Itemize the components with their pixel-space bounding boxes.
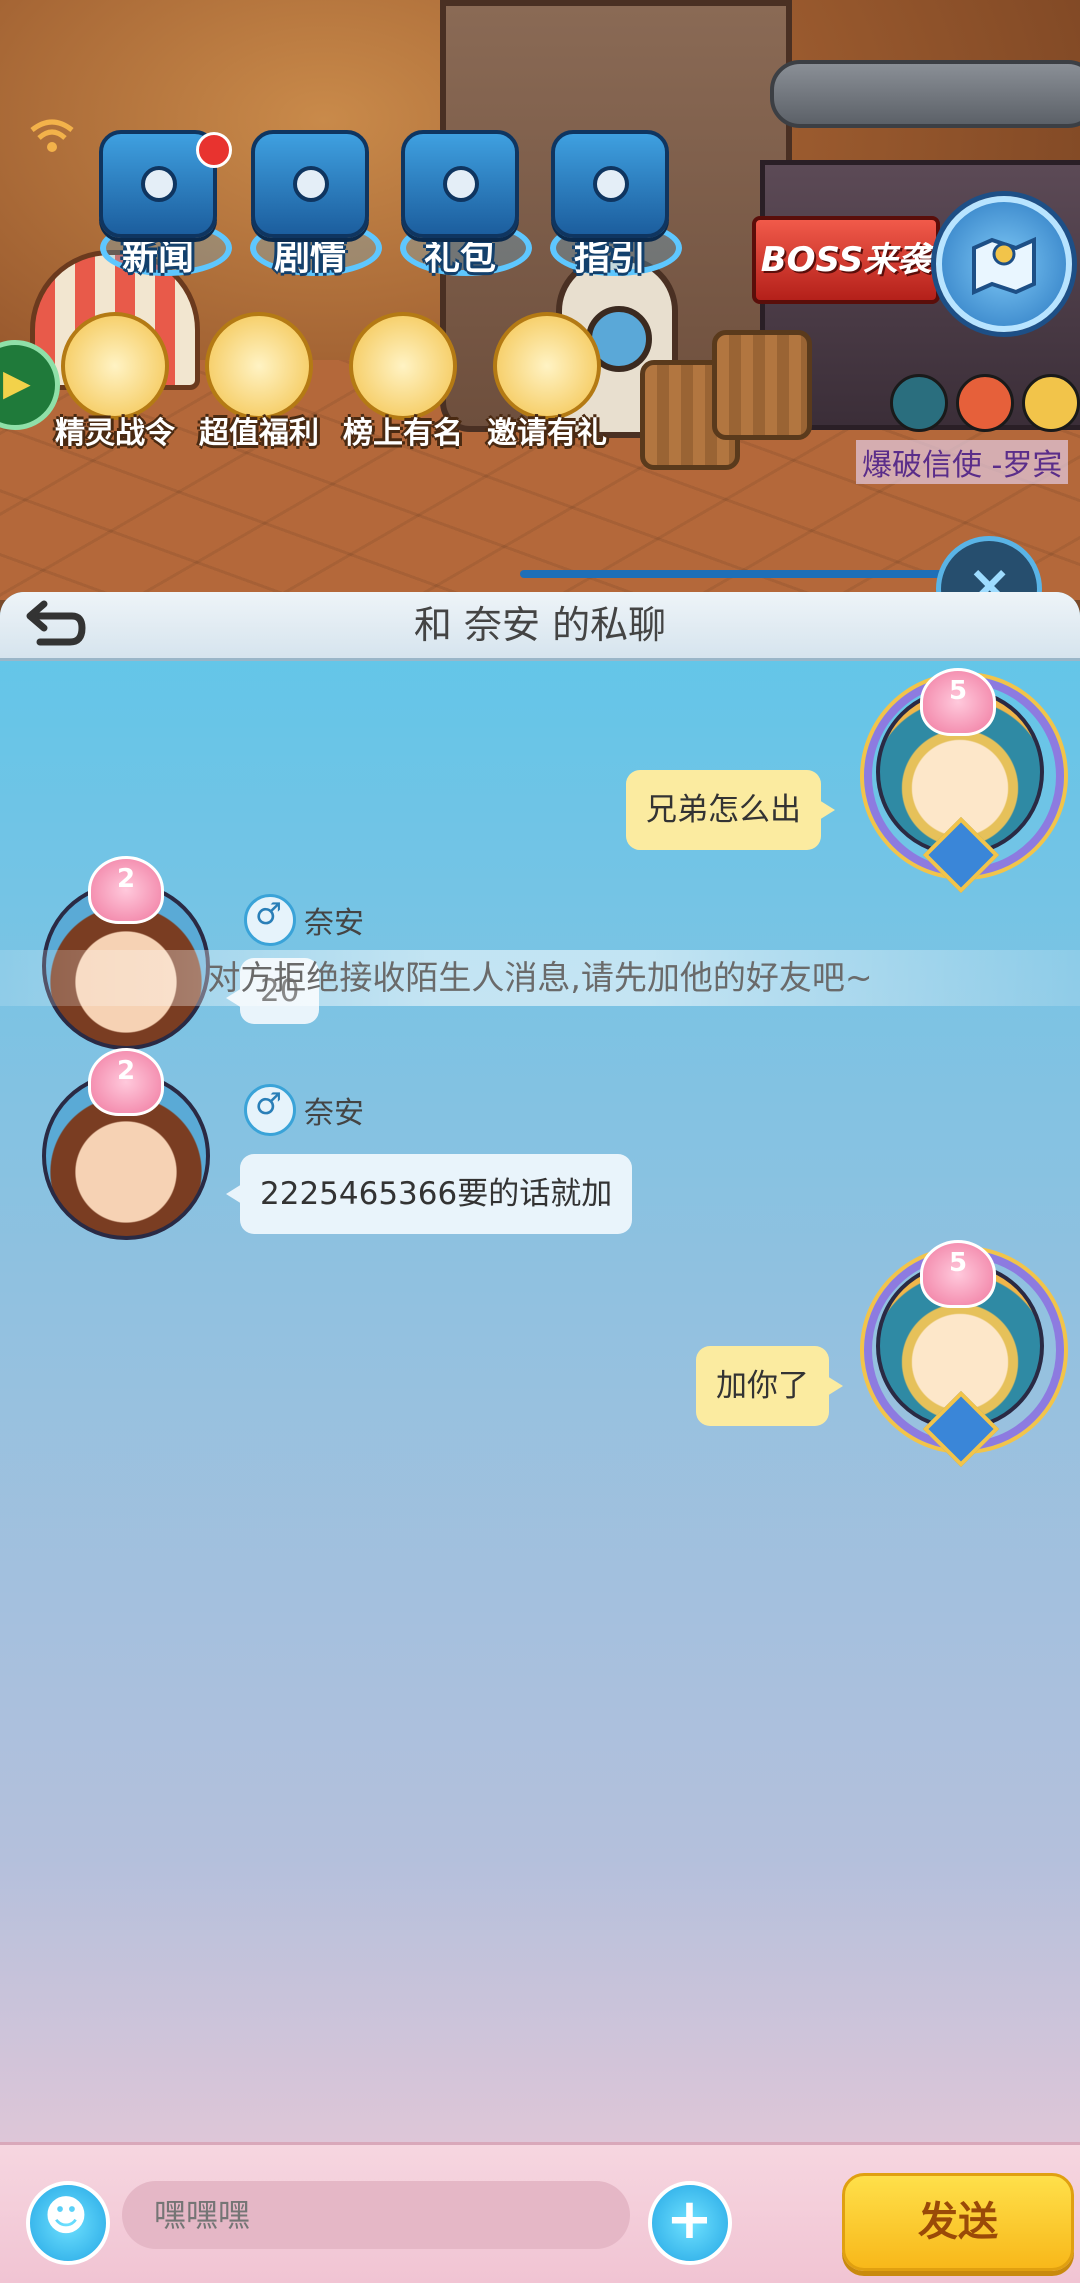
back-button[interactable] <box>18 594 88 656</box>
event-pass-label: 精灵战令 <box>55 416 175 451</box>
message-input[interactable] <box>122 2181 630 2249</box>
forbidden-icon[interactable] <box>956 374 1014 432</box>
boss-event-button[interactable]: BOSS来袭 <box>752 216 940 304</box>
menu-guide-button[interactable]: 指引 <box>540 130 680 280</box>
invite-icon <box>493 312 601 420</box>
male-gender-icon: ♂ <box>244 894 296 946</box>
private-chat-panel: 和 奈安 的私聊 5 兄弟怎么出 2 ♂ 奈安 20 对方拒绝接收陌生人消息,请… <box>0 592 1080 2280</box>
event-welfare-label: 超值福利 <box>199 416 319 451</box>
chat-input-bar: ☻ + 发送 <box>0 2142 1080 2283</box>
progress-track <box>520 570 980 578</box>
event-ranking-button[interactable]: 榜上有名 <box>328 312 478 452</box>
event-ranking-label: 榜上有名 <box>343 416 463 451</box>
barrel <box>712 330 812 440</box>
level-badge: 5 <box>920 668 996 736</box>
level-badge: 5 <box>920 1240 996 1308</box>
pass-icon <box>61 312 169 420</box>
send-button[interactable]: 发送 <box>842 2173 1074 2271</box>
emoji-button[interactable]: ☻ <box>26 2181 110 2265</box>
event-invite-label: 邀请有礼 <box>487 416 607 451</box>
event-pass-button[interactable]: 精灵战令 <box>40 312 190 452</box>
my-message-bubble[interactable]: 兄弟怎么出 <box>626 770 835 850</box>
chat-title: 和 奈安 的私聊 <box>413 603 667 647</box>
game-scene: 新闻 剧情 礼包 指引 ▶ 精灵战令 超值福利 榜上有名 邀请有礼 BOSS来袭 <box>0 0 1080 600</box>
my-message-bubble[interactable]: 加你了 <box>696 1346 843 1426</box>
gift-icon <box>401 130 519 238</box>
story-icon <box>251 130 369 238</box>
event-welfare-button[interactable]: 超值福利 <box>184 312 334 452</box>
menu-story-button[interactable]: 剧情 <box>240 130 380 280</box>
level-badge: 2 <box>88 856 164 924</box>
more-options-button[interactable]: + <box>648 2181 732 2265</box>
notification-dot <box>196 132 232 168</box>
menu-gift-button[interactable]: 礼包 <box>390 130 530 280</box>
chat-list-icon[interactable] <box>1022 374 1080 432</box>
system-toast: 对方拒绝接收陌生人消息,请先加他的好友吧~ <box>0 950 1080 1006</box>
scene-pipe <box>770 60 1080 128</box>
male-gender-icon: ♂ <box>244 1084 296 1136</box>
giftbox-icon <box>205 312 313 420</box>
play-icon: ▶ <box>3 363 31 404</box>
level-badge: 2 <box>88 1048 164 1116</box>
back-arrow-icon <box>26 600 86 646</box>
status-text: 爆破信使 -罗宾 <box>856 440 1069 484</box>
sender-name: 奈安 <box>304 906 364 941</box>
plus-icon: + <box>666 2187 713 2252</box>
map-icon <box>972 236 1036 296</box>
guide-icon <box>551 130 669 238</box>
lantern-icon[interactable] <box>890 374 948 432</box>
event-invite-button[interactable]: 邀请有礼 <box>472 312 622 452</box>
wifi-icon <box>30 118 74 163</box>
smiley-icon: ☻ <box>44 2191 88 2240</box>
trophy-icon <box>349 312 457 420</box>
sender-name: 奈安 <box>304 1096 364 1131</box>
map-button[interactable] <box>936 196 1072 332</box>
chat-header: 和 奈安 的私聊 <box>0 592 1080 661</box>
friend-message-bubble[interactable]: 2225465366要的话就加 <box>225 1154 633 1234</box>
